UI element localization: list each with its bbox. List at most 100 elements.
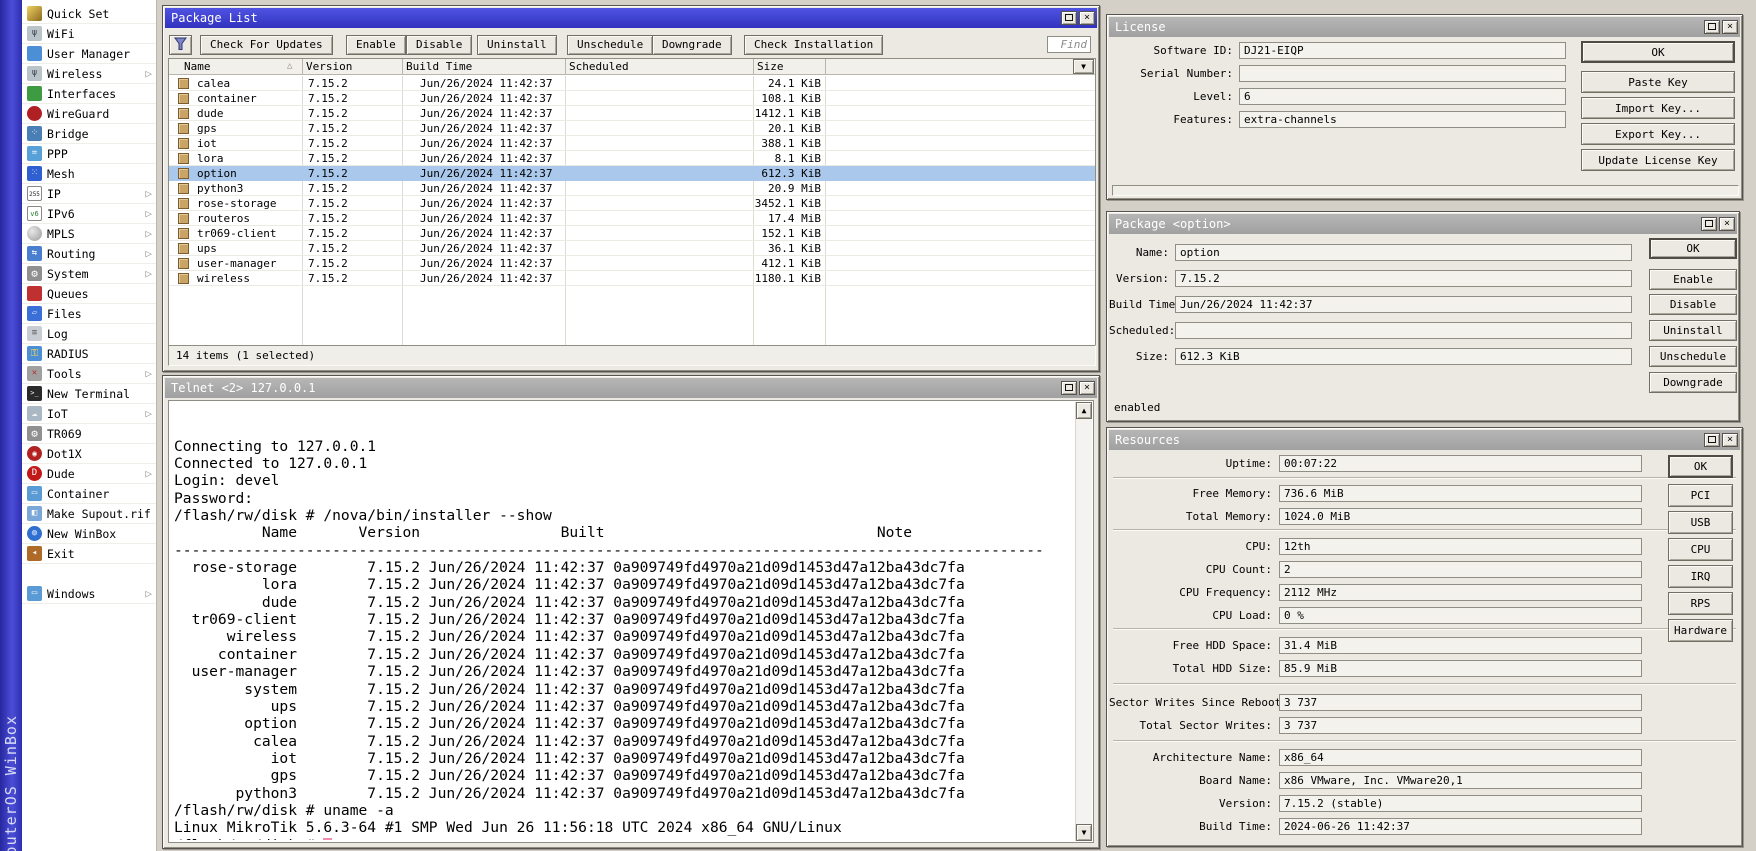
package-table-header[interactable]: Name△VersionBuild TimeScheduledSize▼ <box>169 59 1095 75</box>
terminal-area[interactable]: Connecting to 127.0.0.1Connected to 127.… <box>168 400 1094 843</box>
table-row[interactable]: routeros7.15.2Jun/26/2024 11:42:3717.4 M… <box>169 211 1095 226</box>
update-license-key-button-license[interactable]: Update License Key <box>1581 149 1735 171</box>
field-cpu-resources[interactable]: 12th <box>1279 538 1642 555</box>
usb-button-resources[interactable]: USB <box>1668 511 1733 534</box>
table-row[interactable]: wireless7.15.2Jun/26/2024 11:42:371180.1… <box>169 271 1095 286</box>
table-row[interactable]: tr069-client7.15.2Jun/26/2024 11:42:3715… <box>169 226 1095 241</box>
sidebar-item-ppp[interactable]: =PPP <box>22 144 156 164</box>
field-sector-writes-since-reboot-resources[interactable]: 3 737 <box>1279 694 1642 711</box>
field-cpu-count-resources[interactable]: 2 <box>1279 561 1642 578</box>
sidebar-item-queues[interactable]: Queues <box>22 284 156 304</box>
field-level-license[interactable]: 6 <box>1239 88 1566 105</box>
sidebar-item-tools[interactable]: ✕Tools▷ <box>22 364 156 384</box>
table-row[interactable]: lora7.15.2Jun/26/2024 11:42:378.1 KiB <box>169 151 1095 166</box>
scroll-up-icon[interactable]: ▲ <box>1076 402 1092 419</box>
table-row[interactable]: python37.15.2Jun/26/2024 11:42:3720.9 Mi… <box>169 181 1095 196</box>
table-row[interactable]: dude7.15.2Jun/26/2024 11:42:371412.1 KiB <box>169 106 1095 121</box>
field-name-package[interactable]: option <box>1175 244 1632 261</box>
ok-button-resources[interactable]: OK <box>1668 455 1733 478</box>
table-row[interactable]: gps7.15.2Jun/26/2024 11:42:3720.1 KiB <box>169 121 1095 136</box>
field-free-hdd-space-resources[interactable]: 31.4 MiB <box>1279 637 1642 654</box>
field-free-memory-resources[interactable]: 736.6 MiB <box>1279 485 1642 502</box>
toolbar-button-downgrade[interactable]: Downgrade <box>652 35 732 55</box>
close-icon[interactable]: × <box>1719 217 1735 231</box>
table-row[interactable]: calea7.15.2Jun/26/2024 11:42:3724.1 KiB <box>169 76 1095 91</box>
field-cpu-load-resources[interactable]: 0 % <box>1279 607 1642 624</box>
uninstall-button-package[interactable]: Uninstall <box>1649 320 1737 341</box>
field-total-sector-writes-resources[interactable]: 3 737 <box>1279 717 1642 734</box>
field-version-package[interactable]: 7.15.2 <box>1175 270 1632 287</box>
maximize-icon[interactable] <box>1061 381 1077 395</box>
maximize-icon[interactable] <box>1061 11 1077 25</box>
field-build-time-package[interactable]: Jun/26/2024 11:42:37 <box>1175 296 1632 313</box>
sidebar-item-wifi[interactable]: ψWiFi <box>22 24 156 44</box>
sidebar-item-mpls[interactable]: MPLS▷ <box>22 224 156 244</box>
column-dropdown-button[interactable]: ▼ <box>1073 59 1094 74</box>
sidebar-item-system[interactable]: ⚙System▷ <box>22 264 156 284</box>
license-titlebar[interactable]: License × <box>1109 17 1740 37</box>
field-version-resources[interactable]: 7.15.2 (stable) <box>1279 795 1642 812</box>
irq-button-resources[interactable]: IRQ <box>1668 565 1733 588</box>
maximize-icon[interactable] <box>1704 433 1720 447</box>
column-header-scheduled[interactable]: Scheduled <box>569 59 629 74</box>
sidebar-item-quick-set[interactable]: Quick Set <box>22 4 156 24</box>
sidebar-item-log[interactable]: ≡Log <box>22 324 156 344</box>
table-row[interactable]: option7.15.2Jun/26/2024 11:42:37612.3 Ki… <box>169 166 1095 181</box>
toolbar-button-check-for-updates[interactable]: Check For Updates <box>200 35 333 55</box>
field-total-hdd-size-resources[interactable]: 85.9 MiB <box>1279 660 1642 677</box>
close-icon[interactable]: × <box>1079 11 1095 25</box>
toolbar-button-disable[interactable]: Disable <box>406 35 472 55</box>
field-uptime-resources[interactable]: 00:07:22 <box>1279 455 1642 472</box>
table-row[interactable]: container7.15.2Jun/26/2024 11:42:37108.1… <box>169 91 1095 106</box>
sidebar-item-tr069[interactable]: ⚙TR069 <box>22 424 156 444</box>
column-header-build-time[interactable]: Build Time <box>406 59 472 74</box>
column-header-name[interactable]: Name△ <box>184 59 211 74</box>
sidebar-item-wireguard[interactable]: WireGuard <box>22 104 156 124</box>
field-serial-number-license[interactable] <box>1239 65 1566 82</box>
sidebar-item-dot1x[interactable]: ◉Dot1X <box>22 444 156 464</box>
downgrade-button-package[interactable]: Downgrade <box>1649 372 1737 393</box>
terminal-scrollbar[interactable]: ▲ ▼ <box>1075 402 1092 841</box>
sidebar-item-dude[interactable]: DDude▷ <box>22 464 156 484</box>
field-size-package[interactable]: 612.3 KiB <box>1175 348 1632 365</box>
unschedule-button-package[interactable]: Unschedule <box>1649 346 1737 367</box>
close-icon[interactable]: × <box>1079 381 1095 395</box>
sidebar-item-wireless[interactable]: ψWireless▷ <box>22 64 156 84</box>
import-key-button-license[interactable]: Import Key... <box>1581 97 1735 119</box>
table-row[interactable]: iot7.15.2Jun/26/2024 11:42:37388.1 KiB <box>169 136 1095 151</box>
resources-titlebar[interactable]: Resources × <box>1109 430 1740 450</box>
sidebar-item-user-manager[interactable]: User Manager <box>22 44 156 64</box>
field-board-name-resources[interactable]: x86 VMware, Inc. VMware20,1 <box>1279 772 1642 789</box>
field-features-license[interactable]: extra-channels <box>1239 111 1566 128</box>
ok-button-license[interactable]: OK <box>1581 41 1735 63</box>
enable-button-package[interactable]: Enable <box>1649 269 1737 290</box>
table-row[interactable]: rose-storage7.15.2Jun/26/2024 11:42:3734… <box>169 196 1095 211</box>
sidebar-item-routing[interactable]: ⇆Routing▷ <box>22 244 156 264</box>
sidebar-item-new-winbox[interactable]: ◍New WinBox <box>22 524 156 544</box>
toolbar-button-uninstall[interactable]: Uninstall <box>477 35 557 55</box>
toolbar-button-enable[interactable]: Enable <box>346 35 406 55</box>
field-software-id-license[interactable]: DJ21-EIQP <box>1239 42 1566 59</box>
find-input[interactable] <box>1047 36 1091 53</box>
maximize-icon[interactable] <box>1704 20 1720 34</box>
sidebar-item-new-terminal[interactable]: >_New Terminal <box>22 384 156 404</box>
filter-button[interactable] <box>169 35 192 55</box>
sidebar-item-files[interactable]: ▱Files <box>22 304 156 324</box>
sidebar-item-container[interactable]: ▭Container <box>22 484 156 504</box>
sidebar-item-interfaces[interactable]: Interfaces <box>22 84 156 104</box>
close-icon[interactable]: × <box>1722 20 1738 34</box>
sidebar-item-ip[interactable]: 255IP▷ <box>22 184 156 204</box>
sidebar-item-radius[interactable]: ⚿RADIUS <box>22 344 156 364</box>
sidebar-item-exit[interactable]: ◂Exit <box>22 544 156 564</box>
package-option-titlebar[interactable]: Package <option> × <box>1109 214 1737 234</box>
sidebar-item-make-supout-rif[interactable]: ◧Make Supout.rif <box>22 504 156 524</box>
field-total-memory-resources[interactable]: 1024.0 MiB <box>1279 508 1642 525</box>
sidebar-item-mesh[interactable]: ⁙Mesh <box>22 164 156 184</box>
paste-key-button-license[interactable]: Paste Key <box>1581 71 1735 93</box>
sidebar-item-ipv6[interactable]: v6IPv6▷ <box>22 204 156 224</box>
table-row[interactable]: user-manager7.15.2Jun/26/2024 11:42:3741… <box>169 256 1095 271</box>
table-row[interactable]: ups7.15.2Jun/26/2024 11:42:3736.1 KiB <box>169 241 1095 256</box>
telnet-titlebar[interactable]: Telnet <2> 127.0.0.1 × <box>165 378 1097 398</box>
hardware-button-resources[interactable]: Hardware <box>1668 619 1733 642</box>
close-icon[interactable]: × <box>1722 433 1738 447</box>
